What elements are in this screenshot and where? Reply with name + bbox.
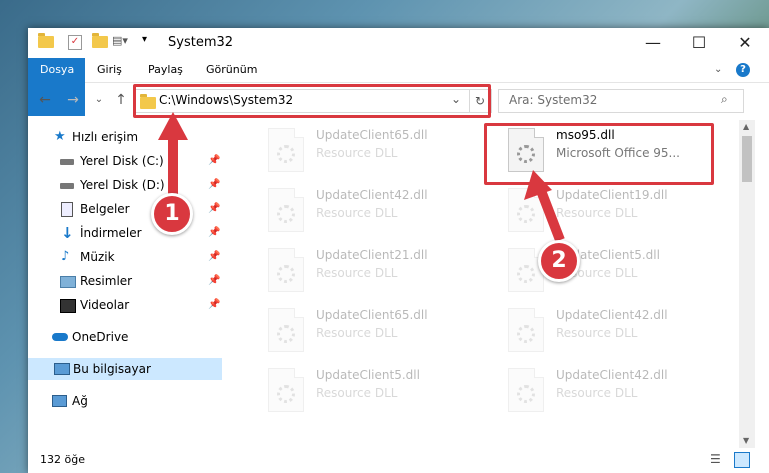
documents-icon (61, 202, 73, 217)
file-highlight-box (484, 123, 714, 185)
expand-ribbon-icon[interactable]: ⌄ (714, 64, 722, 75)
dll-file-icon (268, 248, 304, 292)
tab-home[interactable]: Giriş (85, 58, 134, 82)
recent-locations-button[interactable]: ⌄ (90, 91, 108, 109)
sidebar-item-this-pc[interactable]: Bu bilgisayar (28, 358, 222, 380)
callout-1: 1 (151, 193, 193, 235)
network-icon (52, 395, 67, 407)
folder-icon (38, 33, 54, 50)
sidebar-item-pictures[interactable]: Resimler 📌 (58, 270, 222, 292)
scroll-up-icon[interactable]: ▲ (743, 122, 749, 131)
status-bar: 132 öğe ☰ (28, 448, 769, 473)
file-item[interactable]: UpdateClient5.dll Resource DLL (488, 244, 718, 302)
minimize-button[interactable]: — (630, 28, 676, 58)
ribbon: Dosya Giriş Paylaş Görünüm ⌄ ? (28, 58, 769, 116)
tab-share[interactable]: Paylaş (136, 58, 195, 82)
help-icon[interactable]: ? (736, 63, 750, 77)
computer-icon (54, 363, 70, 375)
vertical-scrollbar[interactable]: ▲ ▼ (739, 120, 755, 448)
file-item[interactable]: UpdateClient42.dll Resource DLL (488, 364, 718, 422)
file-item[interactable]: UpdateClient65.dll Resource DLL (248, 304, 478, 362)
pin-icon[interactable]: 📌 (208, 294, 220, 316)
file-item[interactable]: UpdateClient42.dll Resource DLL (248, 184, 478, 242)
customize-toolbar-icon[interactable]: ▾ (142, 34, 158, 50)
sidebar-item-downloads[interactable]: ↓ İndirmeler 📌 (58, 222, 222, 244)
title-bar: ✓ ▤▾ ▾ System32 — ☐ ✕ (28, 28, 769, 58)
pin-icon[interactable]: 📌 (208, 222, 220, 244)
close-button[interactable]: ✕ (722, 28, 768, 58)
pin-icon[interactable]: 📌 (208, 150, 220, 172)
drive-icon (60, 183, 74, 189)
dll-file-icon (508, 308, 544, 352)
scrollbar-thumb[interactable] (742, 136, 752, 182)
tiles-view-icon[interactable] (734, 452, 750, 468)
item-count: 132 öğe (40, 453, 85, 466)
file-item[interactable]: UpdateClient5.dll Resource DLL (248, 364, 478, 422)
dll-file-icon (268, 368, 304, 412)
maximize-button[interactable]: ☐ (676, 28, 722, 58)
pin-icon[interactable]: 📌 (208, 270, 220, 292)
tab-view[interactable]: Görünüm (194, 58, 269, 82)
new-folder-icon[interactable] (92, 33, 108, 50)
details-view-icon[interactable]: ☰ (710, 452, 721, 466)
video-icon (60, 299, 76, 313)
dll-file-icon (508, 188, 544, 232)
dll-file-icon (268, 188, 304, 232)
download-icon: ↓ (61, 224, 74, 242)
search-placeholder: Ara: System32 (509, 93, 598, 107)
scroll-down-icon[interactable]: ▼ (743, 436, 749, 445)
back-button[interactable]: ← (36, 91, 54, 109)
sidebar-item-onedrive[interactable]: OneDrive (50, 326, 222, 348)
sidebar-item-quick-access[interactable]: ★ Hızlı erişim (50, 126, 220, 148)
quick-access-menu-icon[interactable]: ▤▾ (112, 34, 128, 50)
up-button[interactable]: ↑ (112, 91, 130, 109)
drive-icon (60, 159, 74, 165)
music-icon: ♪ (61, 249, 70, 264)
search-box[interactable]: Ara: System32 ⌕ (498, 89, 744, 113)
dll-file-icon (268, 308, 304, 352)
sidebar-item-documents[interactable]: Belgeler 📌 (58, 198, 222, 220)
navigation-pane: ★ Hızlı erişim Yerel Disk (C:) 📌 Yerel D… (28, 120, 222, 445)
sidebar-item-videos[interactable]: Videolar 📌 (58, 294, 222, 316)
callout-2: 2 (538, 240, 580, 282)
forward-button[interactable]: → (64, 91, 82, 109)
file-item[interactable]: UpdateClient19.dll Resource DLL (488, 184, 718, 242)
pictures-icon (60, 276, 76, 288)
sidebar-item-music[interactable]: ♪ Müzik 📌 (58, 246, 222, 268)
file-item[interactable]: UpdateClient21.dll Resource DLL (248, 244, 478, 302)
properties-icon[interactable]: ✓ (68, 35, 82, 50)
file-item[interactable]: UpdateClient65.dll Resource DLL (248, 124, 478, 182)
sidebar-item-disk-d[interactable]: Yerel Disk (D:) 📌 (58, 174, 222, 196)
sidebar-item-network[interactable]: Ağ (50, 390, 222, 412)
pin-icon[interactable]: 📌 (208, 198, 220, 220)
pin-icon[interactable]: 📌 (208, 174, 220, 196)
window-title: System32 (168, 35, 234, 50)
star-icon: ★ (54, 129, 66, 144)
sidebar-item-disk-c[interactable]: Yerel Disk (C:) 📌 (58, 150, 222, 172)
file-item[interactable]: UpdateClient42.dll Resource DLL (488, 304, 718, 362)
search-icon[interactable]: ⌕ (721, 92, 728, 107)
dll-file-icon (508, 368, 544, 412)
dll-file-icon (268, 128, 304, 172)
cloud-icon (52, 333, 68, 341)
pin-icon[interactable]: 📌 (208, 246, 220, 268)
address-highlight-box (133, 84, 491, 118)
